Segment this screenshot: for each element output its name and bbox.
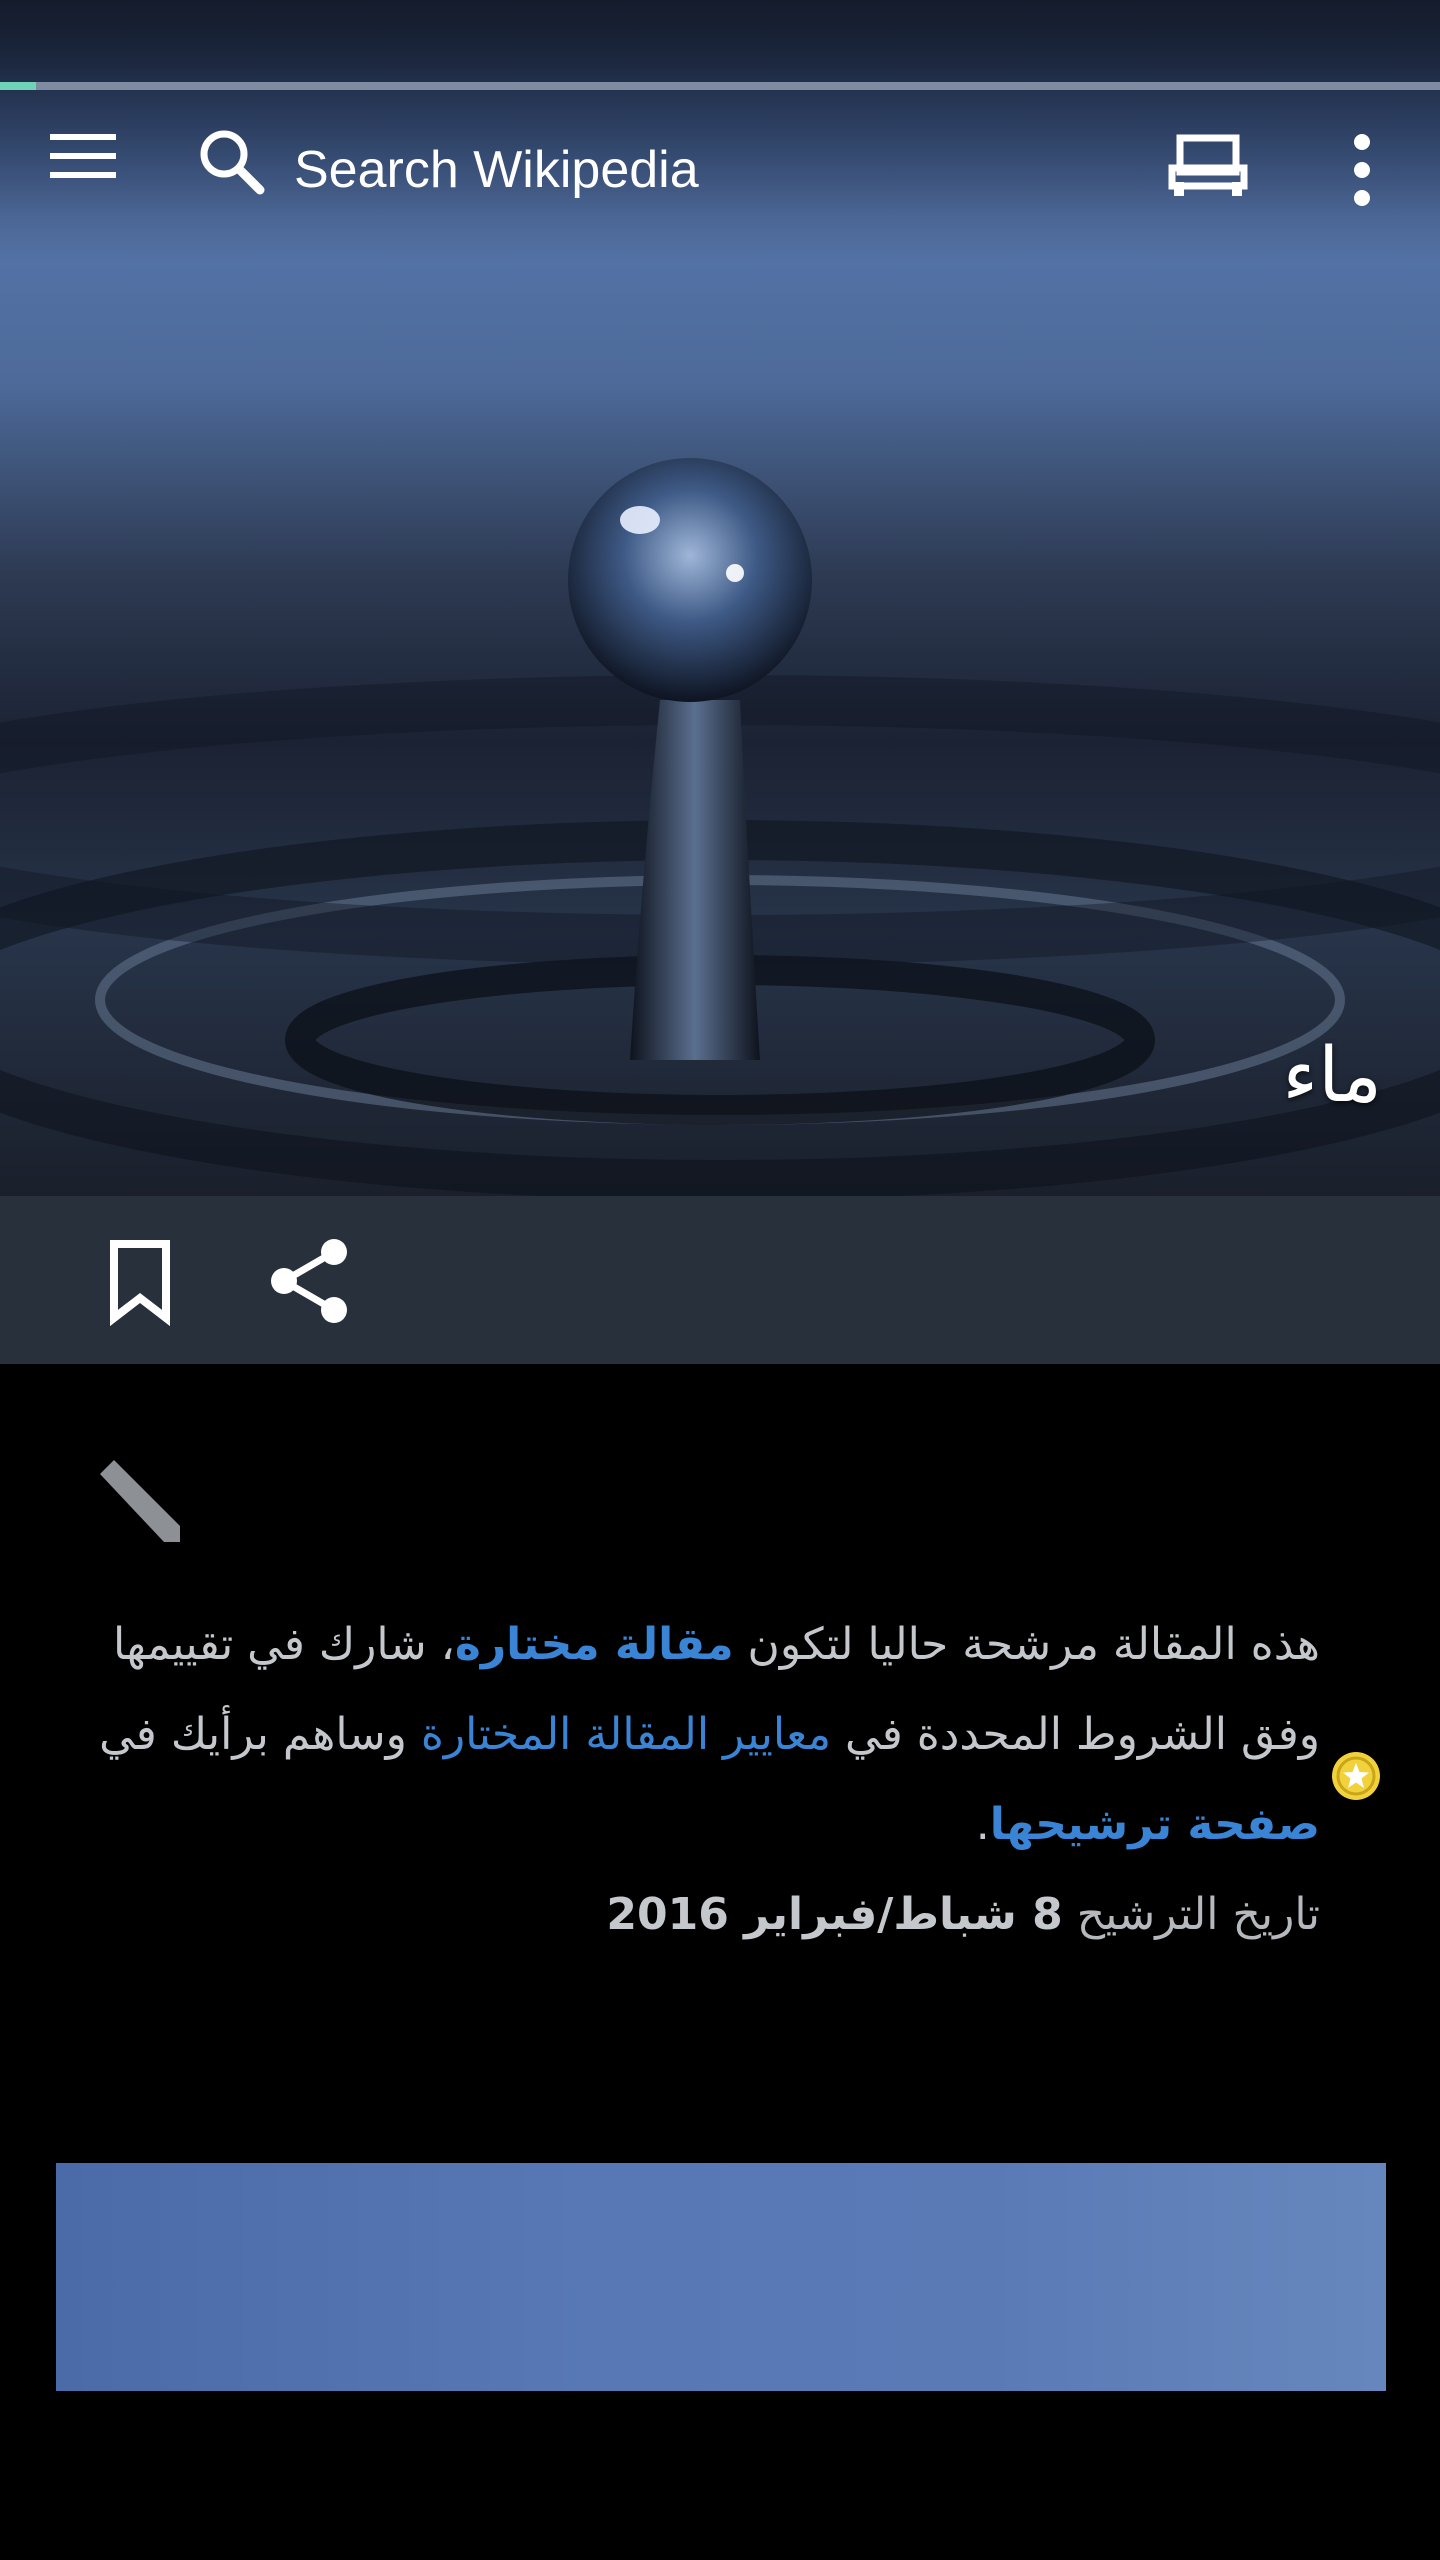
- notice-text-4: .: [975, 1799, 990, 1850]
- edit-section-button[interactable]: [92, 1456, 192, 1556]
- notice-text-1: هذه المقالة مرشحة حاليا لتكون: [733, 1619, 1320, 1670]
- article-action-bar: [0, 1196, 1440, 1364]
- reading-list-icon: [1168, 134, 1248, 196]
- share-button[interactable]: [264, 1236, 354, 1326]
- search-placeholder: Search Wikipedia: [294, 141, 699, 199]
- screen: Search Wikipedia ماء هذه المقالة مرشحة ح…: [0, 0, 1440, 2560]
- page-load-progress-bar: [0, 82, 1440, 90]
- nomination-date-value: 8 شباط/فبراير 2016: [606, 1889, 1063, 1940]
- bookmark-icon: [110, 1240, 170, 1327]
- menu-button[interactable]: [48, 126, 148, 206]
- nomination-date-label: تاريخ الترشيح: [1062, 1889, 1320, 1940]
- reading-list-button[interactable]: [1168, 130, 1268, 210]
- hamburger-menu-icon: [50, 134, 116, 178]
- nomination-page-link[interactable]: صفحة ترشيحها: [990, 1799, 1320, 1850]
- search-icon: [200, 130, 265, 195]
- more-vert-icon: [1354, 134, 1370, 206]
- page-load-progress-fill: [0, 82, 36, 90]
- featured-article-link[interactable]: مقالة مختارة: [455, 1619, 734, 1670]
- featured-candidate-notice: هذه المقالة مرشحة حاليا لتكون مقالة مختا…: [60, 1600, 1320, 1960]
- article-image[interactable]: [56, 2163, 1386, 2391]
- top-toolbar: Search Wikipedia: [0, 90, 1440, 246]
- lead-image[interactable]: Search Wikipedia ماء: [0, 0, 1440, 1196]
- pencil-icon: [100, 1460, 180, 1542]
- article-title: ماء: [1282, 1030, 1382, 1119]
- notice-text-3: وساهم برأيك في: [99, 1709, 421, 1760]
- search-bar[interactable]: Search Wikipedia: [196, 126, 1096, 206]
- criteria-link[interactable]: معايير المقالة المختارة: [421, 1709, 831, 1760]
- overflow-menu-button[interactable]: [1322, 126, 1402, 216]
- star-icon: [1332, 1752, 1380, 1800]
- share-icon: [271, 1239, 347, 1323]
- bookmark-button[interactable]: [100, 1236, 180, 1327]
